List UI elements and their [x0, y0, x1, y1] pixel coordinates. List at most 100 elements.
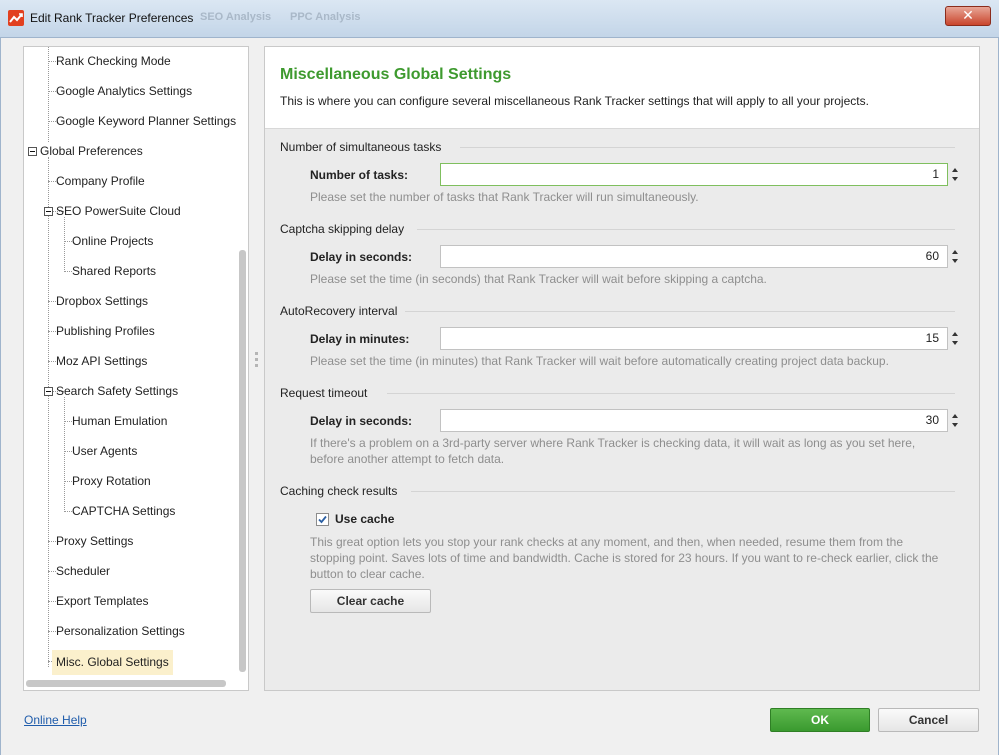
tree-item-captcha-settings[interactable]: CAPTCHA Settings [72, 500, 175, 522]
close-button[interactable]: ✕ [945, 6, 991, 26]
tree-connector [64, 397, 65, 512]
tree-item-google-analytics-settings[interactable]: Google Analytics Settings [56, 80, 192, 102]
field-label: Delay in seconds: [310, 250, 413, 264]
spin-down-icon[interactable] [952, 341, 958, 345]
section-title: Caching check results [280, 484, 398, 498]
background-tab-label: SEO Analysis [200, 11, 272, 23]
tree-connector [64, 217, 65, 272]
tree-item-human-emulation[interactable]: Human Emulation [72, 410, 167, 432]
tree-item-global-preferences[interactable]: Global Preferences [40, 140, 143, 162]
spin-up-icon[interactable] [952, 414, 958, 418]
tree-connector [48, 601, 56, 602]
field-help: Please set the number of tasks that Rank… [310, 190, 699, 204]
spin-up-icon[interactable] [952, 332, 958, 336]
tree-connector [64, 421, 72, 422]
tree-connector [48, 331, 56, 332]
captcha-delay-spinner[interactable] [949, 245, 963, 268]
number-of-tasks-input[interactable]: 1 [440, 163, 948, 186]
tree-connector [48, 631, 56, 632]
tree-item-online-projects[interactable]: Online Projects [72, 230, 153, 252]
collapse-toggle-icon[interactable] [28, 147, 37, 156]
page-title: Miscellaneous Global Settings [280, 66, 512, 83]
checkmark-icon [318, 515, 327, 524]
number-of-tasks-spinner[interactable] [949, 163, 963, 186]
tree-item-personalization-settings[interactable]: Personalization Settings [56, 620, 185, 642]
tree-connector [48, 181, 56, 182]
section-title: Request timeout [280, 386, 368, 400]
use-cache-label[interactable]: Use cache [335, 512, 394, 526]
clear-cache-button[interactable]: Clear cache [310, 589, 431, 613]
tree-item-publishing-profiles[interactable]: Publishing Profiles [56, 320, 155, 342]
cancel-button[interactable]: Cancel [878, 708, 979, 732]
scrollbar-thumb[interactable] [239, 250, 246, 672]
use-cache-checkbox[interactable] [316, 513, 329, 526]
tree-vertical-scrollbar[interactable] [239, 52, 246, 675]
field-help: Please set the time (in seconds) that Ra… [310, 272, 767, 286]
tree-item-proxy-rotation[interactable]: Proxy Rotation [72, 470, 151, 492]
tree-connector [48, 61, 56, 62]
window-title: Edit Rank Tracker Preferences [30, 11, 194, 25]
tree-connector [48, 91, 56, 92]
field-label: Delay in minutes: [310, 332, 410, 346]
tree-item-export-templates[interactable]: Export Templates [56, 590, 149, 612]
tree-item-google-keyword-planner-settings[interactable]: Google Keyword Planner Settings [56, 110, 236, 132]
settings-header: Miscellaneous Global Settings This is wh… [265, 47, 979, 129]
field-label: Number of tasks: [310, 168, 409, 182]
tree-connector [48, 571, 56, 572]
request-timeout-input[interactable]: 30 [440, 409, 948, 432]
tree-item-company-profile[interactable]: Company Profile [56, 170, 145, 192]
captcha-delay-input[interactable]: 60 [440, 245, 948, 268]
close-icon: ✕ [962, 7, 974, 23]
rank-tracker-icon [8, 10, 24, 26]
section-divider [411, 491, 955, 492]
tree-connector [64, 511, 72, 512]
tree-item-search-safety-settings[interactable]: Search Safety Settings [56, 380, 178, 402]
spin-up-icon[interactable] [952, 168, 958, 172]
section-divider [460, 147, 955, 148]
tree-connector [64, 271, 72, 272]
collapse-toggle-icon[interactable] [44, 207, 53, 216]
autorecovery-interval-input[interactable]: 15 [440, 327, 948, 350]
tree-connector [48, 541, 56, 542]
panel-splitter-handle[interactable] [255, 352, 259, 370]
tree-item-misc-global-settings[interactable]: Misc. Global Settings [52, 650, 173, 675]
tree-item-moz-api-settings[interactable]: Moz API Settings [56, 350, 147, 372]
spin-down-icon[interactable] [952, 259, 958, 263]
tree-item-proxy-settings[interactable]: Proxy Settings [56, 530, 133, 552]
section-title: Captcha skipping delay [280, 222, 405, 236]
page-subtitle: This is where you can configure several … [280, 94, 869, 108]
field-help: This great option lets you stop your ran… [310, 535, 939, 581]
request-timeout-spinner[interactable] [949, 409, 963, 432]
tree-connector [48, 301, 56, 302]
spin-down-icon[interactable] [952, 423, 958, 427]
collapse-toggle-icon[interactable] [44, 387, 53, 396]
ok-button[interactable]: OK [770, 708, 870, 732]
tree-item-shared-reports[interactable]: Shared Reports [72, 260, 156, 282]
tree-item-dropbox-settings[interactable]: Dropbox Settings [56, 290, 148, 312]
tree-connector [48, 121, 56, 122]
section-divider [417, 229, 955, 230]
tree-connector [64, 451, 72, 452]
section-divider [405, 311, 955, 312]
tree-connector [48, 157, 49, 667]
tree-connector [48, 361, 56, 362]
tree-connector [64, 481, 72, 482]
tree-horizontal-scrollbar[interactable] [26, 680, 226, 687]
tree-item-seo-powersuite-cloud[interactable]: SEO PowerSuite Cloud [56, 200, 181, 222]
settings-panel: Miscellaneous Global Settings This is wh… [264, 46, 980, 691]
tree-item-scheduler[interactable]: Scheduler [56, 560, 110, 582]
section-divider [387, 393, 955, 394]
tree-connector [64, 241, 72, 242]
spin-down-icon[interactable] [952, 177, 958, 181]
preferences-tree[interactable]: Rank Checking Mode Google Analytics Sett… [23, 46, 249, 691]
section-title: Number of simultaneous tasks [280, 140, 442, 154]
field-help: Please set the time (in minutes) that Ra… [310, 354, 889, 368]
field-label: Delay in seconds: [310, 414, 413, 428]
tree-item-user-agents[interactable]: User Agents [72, 440, 137, 462]
title-bar[interactable]: Edit Rank Tracker Preferences SEO Analys… [0, 0, 999, 38]
autorecovery-interval-spinner[interactable] [949, 327, 963, 350]
tree-item-rank-checking-mode[interactable]: Rank Checking Mode [56, 50, 171, 72]
spin-up-icon[interactable] [952, 250, 958, 254]
online-help-link[interactable]: Online Help [24, 713, 87, 727]
background-tab-label: PPC Analysis [290, 11, 361, 23]
